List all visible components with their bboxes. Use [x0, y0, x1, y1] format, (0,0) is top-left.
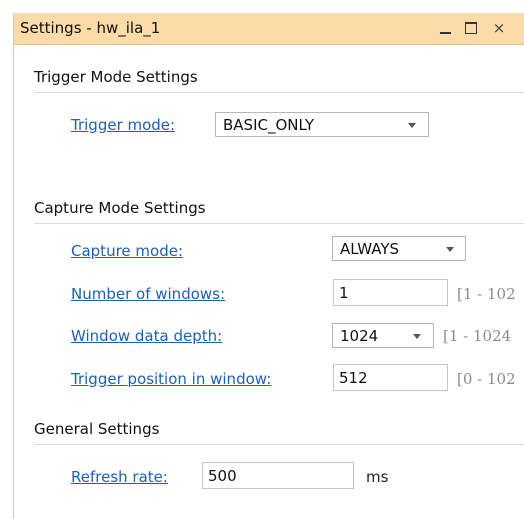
- number-of-windows-input[interactable]: 1: [333, 279, 448, 306]
- general-settings-heading: General Settings: [34, 420, 160, 438]
- section-divider: [34, 92, 524, 93]
- trigger-position-input[interactable]: 512: [333, 364, 448, 391]
- trigger-mode-settings-heading: Trigger Mode Settings: [34, 68, 198, 86]
- minimize-button[interactable]: [434, 16, 456, 40]
- trigger-mode-label[interactable]: Trigger mode:: [71, 116, 175, 134]
- window-data-depth-value: 1024: [340, 327, 379, 345]
- trigger-mode-dropdown[interactable]: BASIC_ONLY: [215, 112, 429, 137]
- refresh-rate-value: 500: [208, 467, 237, 485]
- section-divider: [34, 223, 524, 224]
- title-bar[interactable]: Settings - hw_ila_1 ×: [14, 13, 524, 45]
- window-data-depth-range: [1 - 1024: [443, 327, 512, 345]
- chevron-down-icon: [413, 334, 421, 339]
- number-of-windows-value: 1: [339, 284, 349, 302]
- section-divider: [34, 444, 524, 445]
- window-data-depth-dropdown[interactable]: 1024: [332, 323, 434, 348]
- settings-panel: Settings - hw_ila_1 × Trigger Mode Setti…: [13, 13, 524, 519]
- number-of-windows-range: [1 - 102: [457, 285, 516, 303]
- refresh-rate-input[interactable]: 500: [202, 462, 354, 489]
- trigger-position-range: [0 - 102: [457, 370, 516, 388]
- maximize-icon: [465, 22, 477, 34]
- close-button[interactable]: ×: [488, 16, 510, 40]
- maximize-button[interactable]: [460, 16, 482, 40]
- refresh-rate-label[interactable]: Refresh rate:: [71, 468, 168, 486]
- trigger-mode-value: BASIC_ONLY: [223, 116, 315, 134]
- capture-mode-settings-heading: Capture Mode Settings: [34, 199, 206, 217]
- refresh-rate-unit: ms: [366, 468, 389, 486]
- trigger-position-label[interactable]: Trigger position in window:: [71, 370, 271, 388]
- trigger-position-value: 512: [339, 369, 368, 387]
- capture-mode-value: ALWAYS: [340, 240, 400, 258]
- capture-mode-label[interactable]: Capture mode:: [71, 242, 183, 260]
- window-title: Settings - hw_ila_1: [20, 19, 161, 37]
- close-icon: ×: [492, 18, 506, 37]
- minimize-icon: [439, 32, 451, 34]
- chevron-down-icon: [408, 123, 416, 128]
- chevron-down-icon: [446, 247, 454, 252]
- number-of-windows-label[interactable]: Number of windows:: [71, 285, 225, 303]
- window-data-depth-label[interactable]: Window data depth:: [71, 327, 222, 345]
- capture-mode-dropdown[interactable]: ALWAYS: [332, 236, 466, 261]
